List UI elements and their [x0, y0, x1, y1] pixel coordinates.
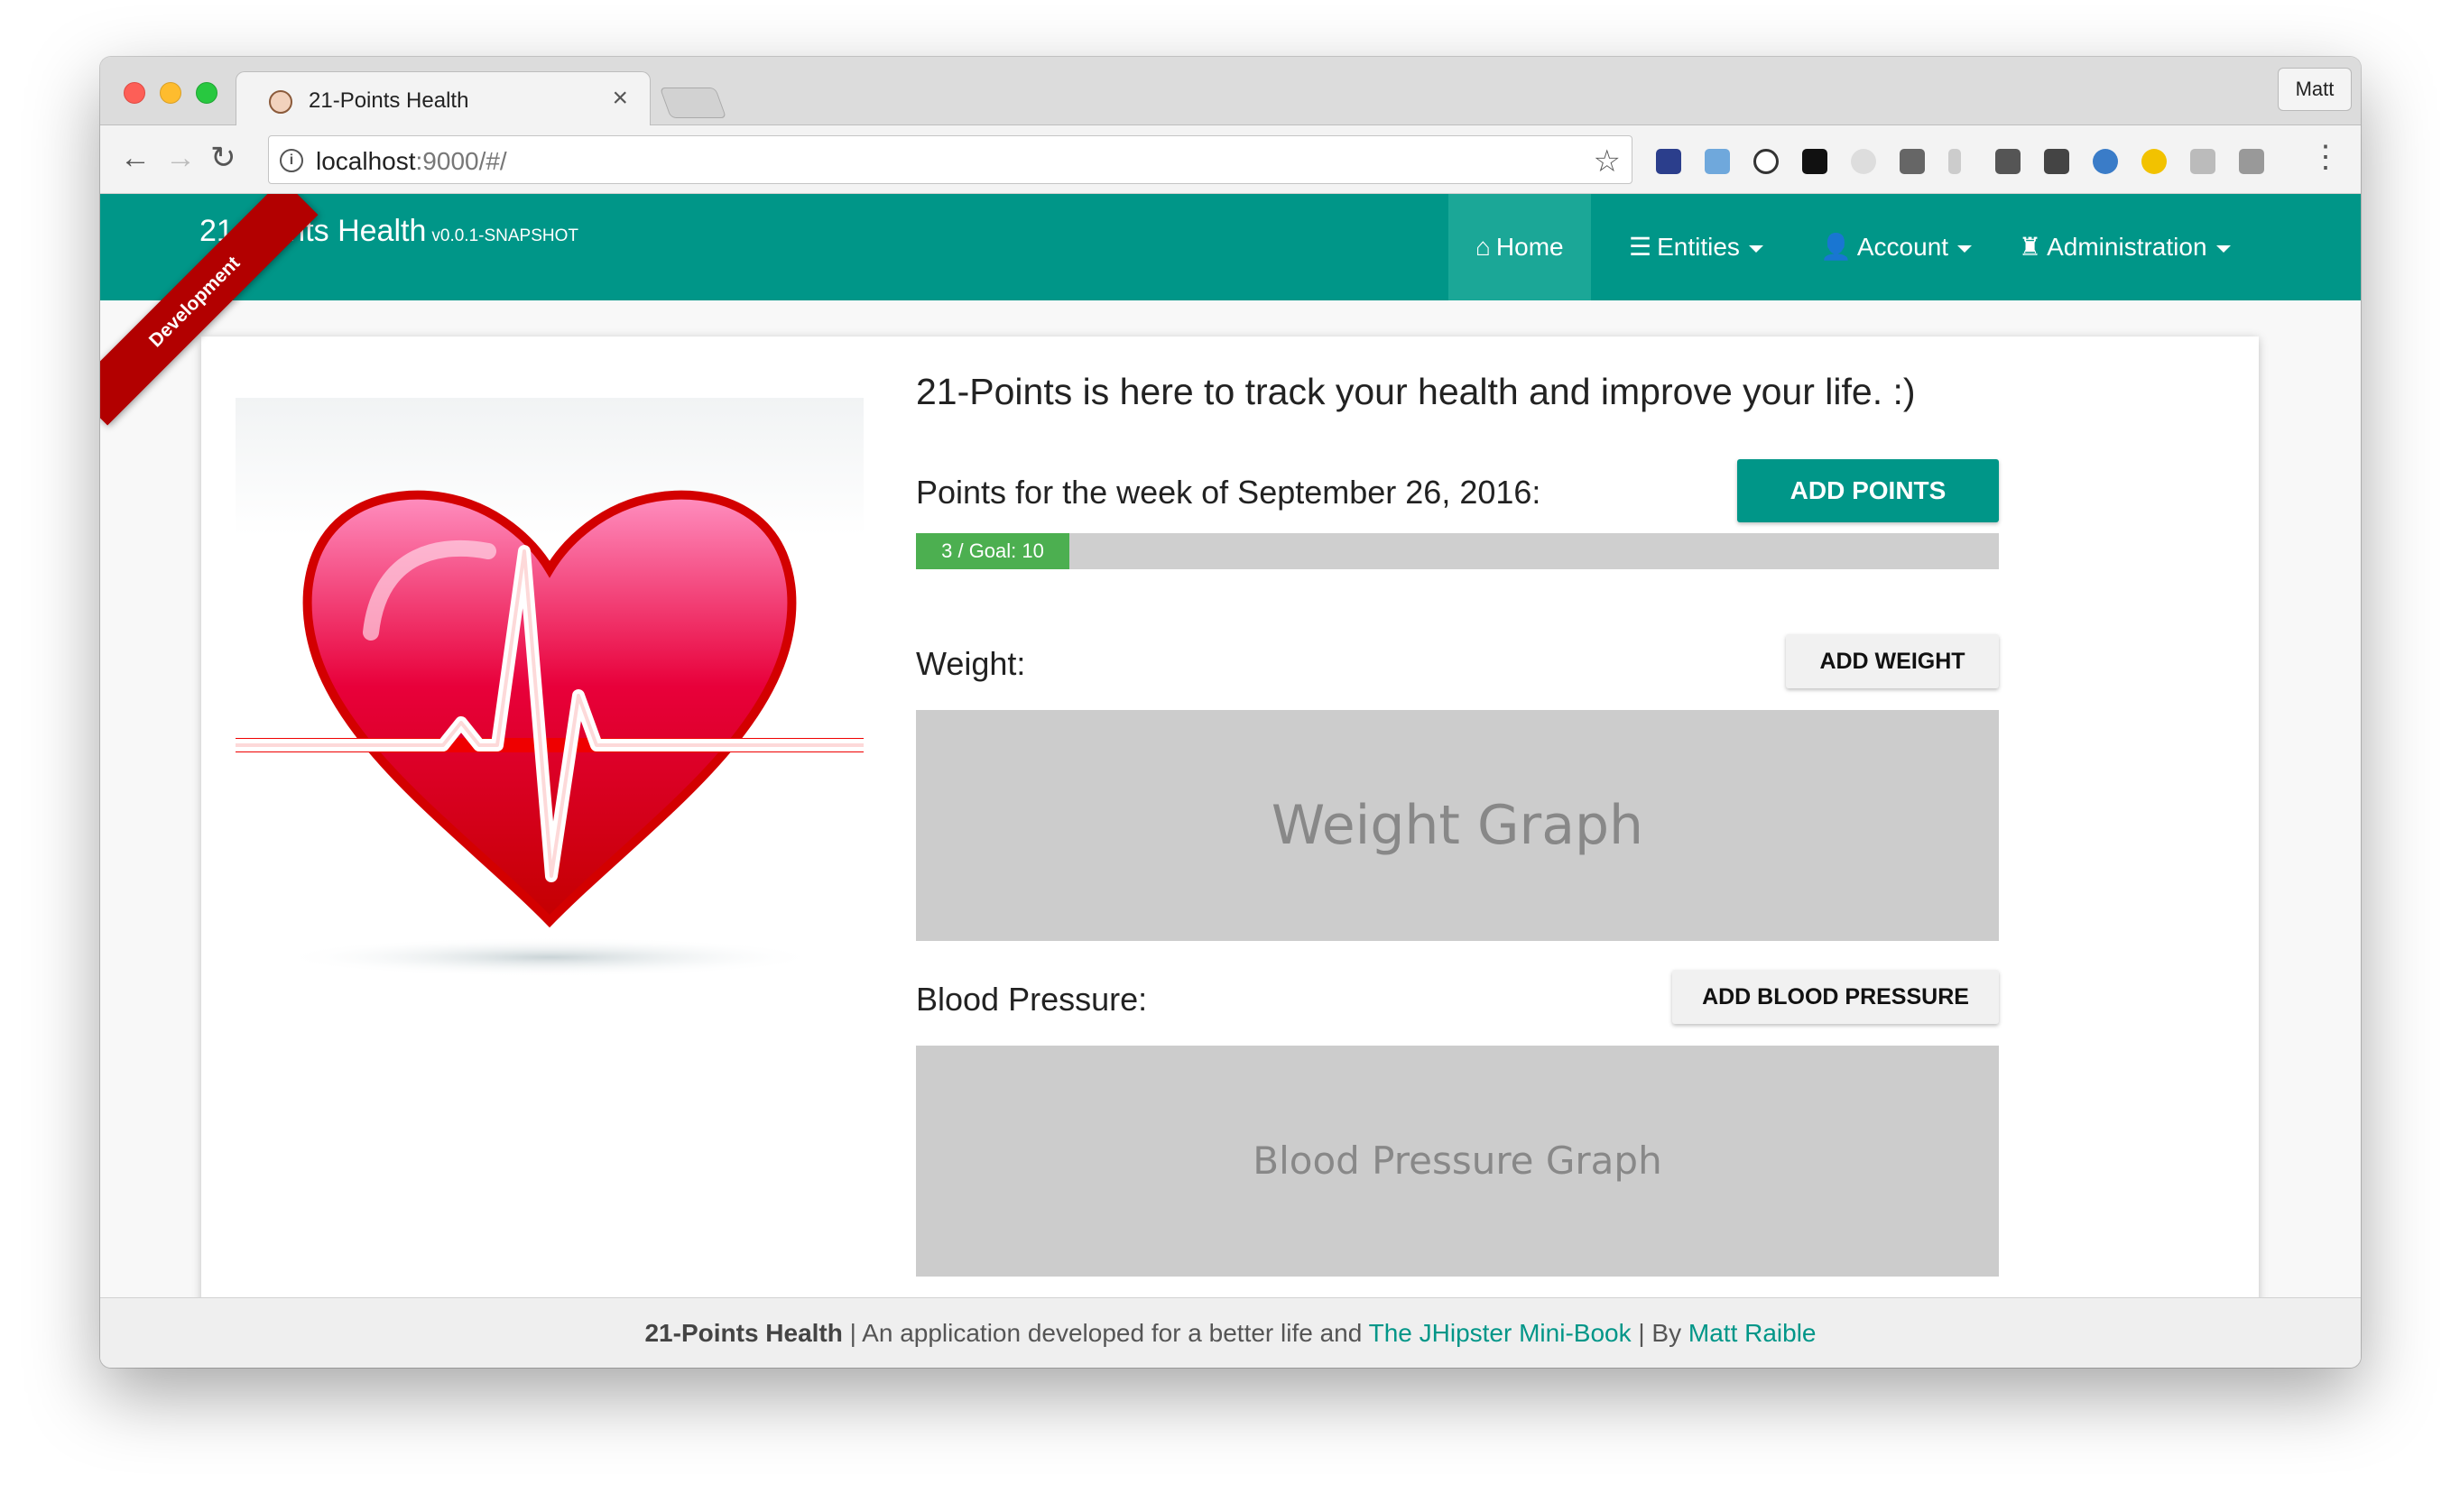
address-bar[interactable]: i localhost:9000/#/ ☆ [268, 135, 1632, 184]
maximize-window-button[interactable] [196, 82, 217, 104]
extension-icon[interactable] [2190, 149, 2215, 174]
tab-title: 21-Points Health [309, 88, 469, 113]
nav-administration[interactable]: ♜ Administration [1992, 194, 2258, 300]
home-icon: ⌂ [1475, 233, 1491, 261]
back-icon[interactable]: ← [120, 140, 151, 176]
footer-text: | An application developed for a better … [842, 1319, 1369, 1347]
favicon-icon [269, 90, 292, 114]
site-info-icon[interactable]: i [280, 149, 303, 172]
tab-close-icon[interactable]: × [612, 83, 628, 113]
weight-graph: Weight Graph [916, 710, 1999, 941]
extension-icon[interactable] [2044, 149, 2069, 174]
tower-icon: ♜ [2019, 233, 2042, 261]
minimize-window-button[interactable] [160, 82, 181, 104]
extension-icon[interactable] [1656, 149, 1681, 174]
footer-app-name: 21-Points Health [644, 1319, 843, 1347]
main-card: 21-Points is here to track your health a… [201, 337, 2259, 1311]
blood-pressure-label: Blood Pressure: [916, 981, 1148, 1018]
jhipster-book-link[interactable]: The JHipster Mini-Book [1369, 1319, 1632, 1347]
list-icon: ☰ [1629, 233, 1652, 261]
add-blood-pressure-button[interactable]: ADD BLOOD PRESSURE [1672, 970, 1999, 1024]
footer-text: | By [1631, 1319, 1688, 1347]
add-points-button[interactable]: ADD POINTS [1737, 459, 1999, 522]
browser-toolbar: ← → ↻ i localhost:9000/#/ ☆ ⋮ [100, 125, 2361, 194]
page-headline: 21-Points is here to track your health a… [916, 371, 1916, 412]
url-text[interactable]: localhost:9000/#/ [316, 147, 507, 176]
add-weight-button[interactable]: ADD WEIGHT [1786, 634, 1999, 688]
chevron-down-icon [1957, 244, 1973, 253]
heart-icon [236, 490, 864, 977]
extension-icon[interactable] [1753, 149, 1779, 174]
nav-home[interactable]: ⌂ Home [1448, 194, 1591, 300]
points-progress-bar: 3 / Goal: 10 [916, 533, 1069, 569]
nav-account[interactable]: 👤 Account [1793, 194, 1999, 300]
extension-icon[interactable] [1851, 149, 1876, 174]
blood-pressure-graph: Blood Pressure Graph [916, 1046, 1999, 1277]
browser-window: 21-Points Health × Matt ← → ↻ i localhos… [100, 57, 2361, 1368]
chevron-down-icon [2215, 244, 2231, 253]
browser-tab[interactable]: 21-Points Health × [236, 71, 651, 127]
close-window-button[interactable] [124, 82, 145, 104]
web-page: 21-Points Health v0.0.1-SNAPSHOT ⌂ Home ☰ E… [100, 194, 2361, 1368]
forward-icon[interactable]: → [165, 140, 196, 176]
extension-icon[interactable] [2239, 149, 2264, 174]
app-navbar: 21-Points Health v0.0.1-SNAPSHOT ⌂ Home ☰ E… [100, 194, 2361, 300]
author-link[interactable]: Matt Raible [1688, 1319, 1817, 1347]
bookmark-star-icon[interactable]: ☆ [1594, 143, 1621, 180]
chevron-down-icon [1748, 244, 1763, 253]
weight-label: Weight: [916, 645, 1026, 682]
points-progress: 3 / Goal: 10 [916, 533, 1999, 569]
extension-icon[interactable] [1995, 149, 2021, 174]
extension-icon[interactable] [1705, 149, 1730, 174]
extension-icon[interactable] [1802, 149, 1827, 174]
profile-button[interactable]: Matt [2278, 68, 2352, 111]
page-footer: 21-Points Health | An application develo… [100, 1297, 2361, 1368]
new-tab-button[interactable] [659, 88, 727, 118]
extension-icon[interactable] [2093, 149, 2118, 174]
extension-icon[interactable] [1900, 149, 1925, 174]
nav-entities[interactable]: ☰ Entities [1602, 194, 1790, 300]
browser-menu-icon[interactable]: ⋮ [2310, 142, 2341, 172]
reload-icon[interactable]: ↻ [210, 140, 236, 176]
points-label: Points for the week of September 26, 201… [916, 474, 1541, 511]
heart-logo-image [236, 398, 864, 1026]
extension-icon[interactable] [2141, 149, 2167, 174]
user-icon: 👤 [1820, 233, 1852, 261]
extension-icon[interactable] [1948, 149, 1961, 174]
tab-strip: 21-Points Health × Matt [100, 57, 2361, 127]
